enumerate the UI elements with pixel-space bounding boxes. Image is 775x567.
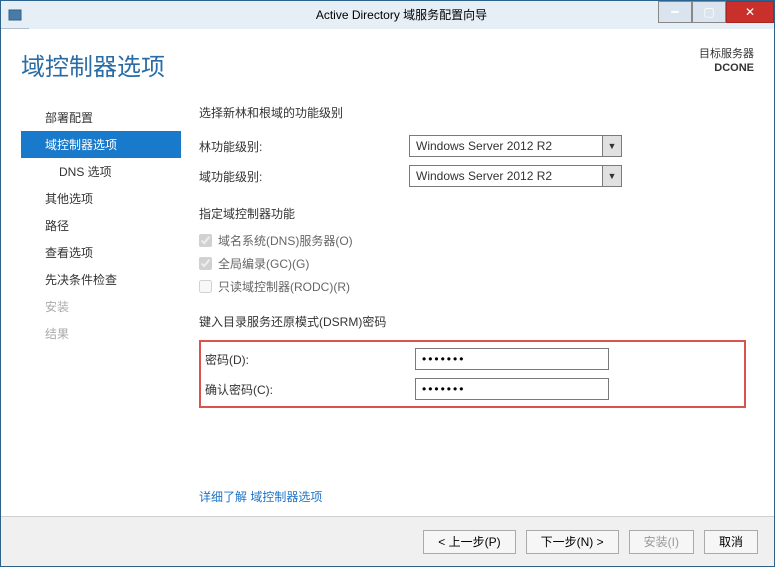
password-field[interactable] <box>415 348 609 370</box>
footer: < 上一步(P) 下一步(N) > 安装(I) 取消 <box>1 516 774 566</box>
window-controls: ━ ▢ ✕ <box>658 1 774 23</box>
section-functional-levels: 选择新林和根域的功能级别 <box>199 104 746 121</box>
cancel-button[interactable]: 取消 <box>704 530 758 554</box>
domain-level-row: 域功能级别: Windows Server 2012 R2 ▼ <box>199 165 746 187</box>
domain-level-value: Windows Server 2012 R2 <box>416 169 552 183</box>
prev-button[interactable]: < 上一步(P) <box>423 530 515 554</box>
password-highlight-box: 密码(D): 确认密码(C): <box>199 340 746 408</box>
sidebar-item-dc-options[interactable]: 域控制器选项 <box>21 131 181 158</box>
checkbox-dns <box>199 234 212 247</box>
section-dc-capabilities: 指定域控制器功能 <box>199 205 746 222</box>
target-server-box: 目标服务器 DCONE <box>699 47 754 82</box>
app-icon <box>1 8 29 22</box>
install-button: 安装(I) <box>629 530 694 554</box>
confirm-password-label: 确认密码(C): <box>205 381 415 398</box>
password-row: 密码(D): <box>205 348 740 370</box>
target-server-name: DCONE <box>699 61 754 75</box>
checkbox-dns-label: 域名系统(DNS)服务器(O) <box>218 232 353 249</box>
close-button[interactable]: ✕ <box>726 1 774 23</box>
forest-level-combo[interactable]: Windows Server 2012 R2 ▼ <box>409 135 603 157</box>
sidebar-item-prereq[interactable]: 先决条件检查 <box>21 266 181 293</box>
sidebar: 部署配置 域控制器选项 DNS 选项 其他选项 路径 查看选项 先决条件检查 安… <box>21 104 181 516</box>
content-area: 域控制器选项 目标服务器 DCONE 部署配置 域控制器选项 DNS 选项 其他… <box>1 29 774 516</box>
sidebar-item-dns-options[interactable]: DNS 选项 <box>21 158 181 185</box>
checkbox-dns-row: 域名系统(DNS)服务器(O) <box>199 232 746 249</box>
checkbox-rodc-label: 只读域控制器(RODC)(R) <box>218 278 350 295</box>
section-dsrm: 键入目录服务还原模式(DSRM)密码 <box>199 313 746 330</box>
checkbox-rodc <box>199 280 212 293</box>
checkbox-gc <box>199 257 212 270</box>
page-title: 域控制器选项 <box>21 47 165 82</box>
chevron-down-icon[interactable]: ▼ <box>602 135 622 157</box>
chevron-down-icon[interactable]: ▼ <box>602 165 622 187</box>
titlebar: Active Directory 域服务配置向导 ━ ▢ ✕ <box>1 1 774 29</box>
checkbox-gc-row: 全局编录(GC)(G) <box>199 255 746 272</box>
checkbox-gc-label: 全局编录(GC)(G) <box>218 255 309 272</box>
sidebar-item-paths[interactable]: 路径 <box>21 212 181 239</box>
main-area: 部署配置 域控制器选项 DNS 选项 其他选项 路径 查看选项 先决条件检查 安… <box>21 104 754 516</box>
maximize-button[interactable]: ▢ <box>692 1 726 23</box>
domain-level-label: 域功能级别: <box>199 168 409 185</box>
checkbox-rodc-row: 只读域控制器(RODC)(R) <box>199 278 746 295</box>
confirm-password-field[interactable] <box>415 378 609 400</box>
minimize-button[interactable]: ━ <box>658 1 692 23</box>
confirm-password-row: 确认密码(C): <box>205 378 740 400</box>
sidebar-item-deployment[interactable]: 部署配置 <box>21 104 181 131</box>
sidebar-item-install: 安装 <box>21 293 181 320</box>
forest-level-row: 林功能级别: Windows Server 2012 R2 ▼ <box>199 135 746 157</box>
next-button[interactable]: 下一步(N) > <box>526 530 619 554</box>
sidebar-item-results: 结果 <box>21 320 181 347</box>
sidebar-item-additional[interactable]: 其他选项 <box>21 185 181 212</box>
target-server-label: 目标服务器 <box>699 47 754 61</box>
domain-level-combo[interactable]: Windows Server 2012 R2 ▼ <box>409 165 603 187</box>
form-area: 选择新林和根域的功能级别 林功能级别: Windows Server 2012 … <box>199 104 754 516</box>
sidebar-item-review[interactable]: 查看选项 <box>21 239 181 266</box>
forest-level-value: Windows Server 2012 R2 <box>416 139 552 153</box>
password-label: 密码(D): <box>205 351 415 368</box>
forest-level-label: 林功能级别: <box>199 138 409 155</box>
header-row: 域控制器选项 目标服务器 DCONE <box>21 47 754 82</box>
more-info-link[interactable]: 详细了解 域控制器选项 <box>199 488 322 505</box>
wizard-window: Active Directory 域服务配置向导 ━ ▢ ✕ 域控制器选项 目标… <box>0 0 775 567</box>
